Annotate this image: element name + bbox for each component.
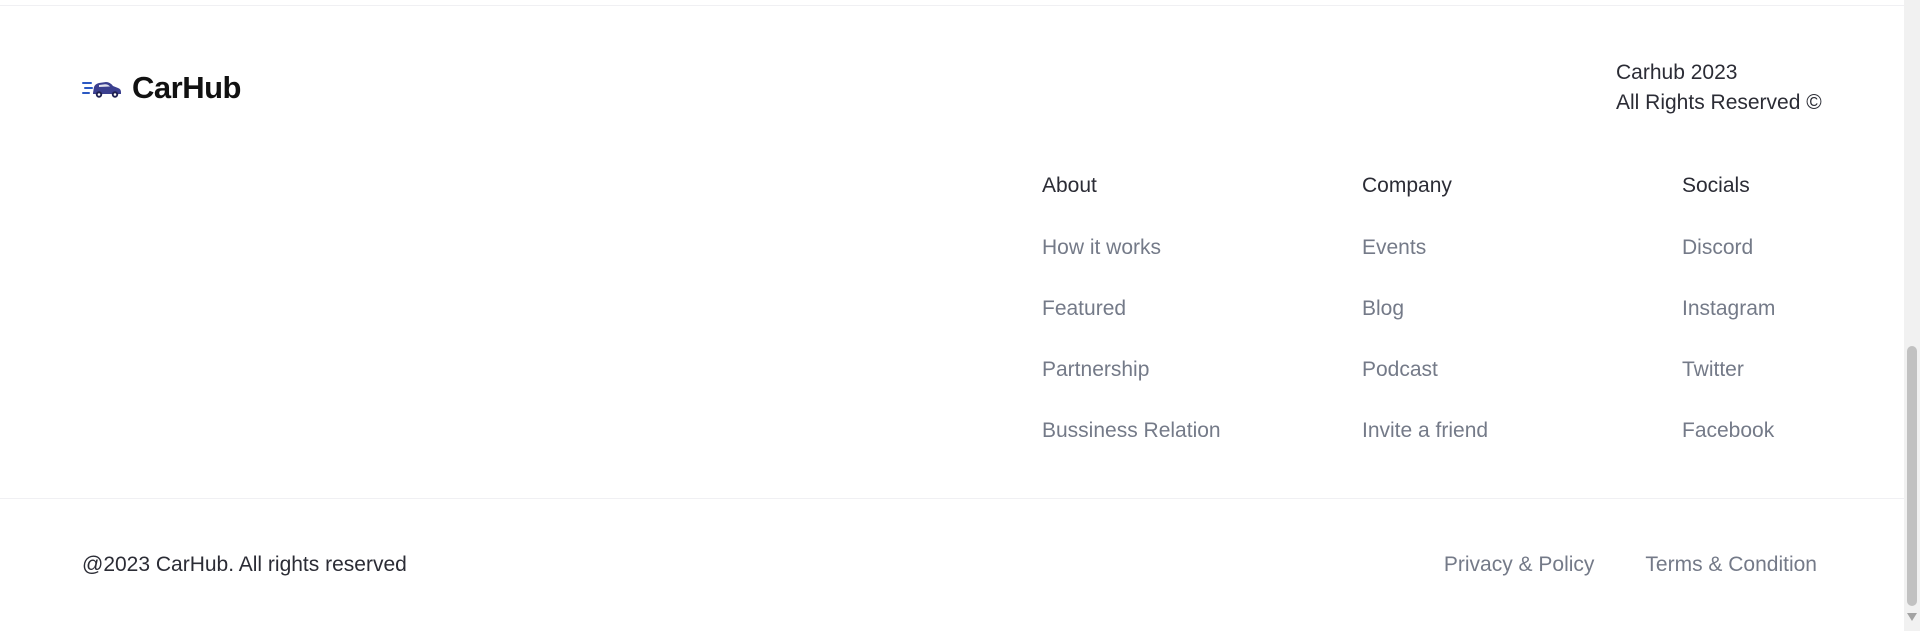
terms-condition-link[interactable]: Terms & Condition [1645, 550, 1817, 580]
copyright-year: Carhub 2023 [1616, 61, 1738, 84]
footer-link-instagram[interactable]: Instagram [1682, 294, 1775, 324]
footer-link-featured[interactable]: Featured [1042, 294, 1221, 324]
footer: CarHub Carhub 2023 All Rights Reserved ©… [0, 0, 1904, 631]
footer-column-company: Company Events Blog Podcast Invite a fri… [1362, 171, 1488, 477]
copyright-rights: All Rights Reserved © [1616, 91, 1822, 114]
car-logo-icon [82, 82, 121, 98]
copyright-block: Carhub 2023 All Rights Reserved © [1616, 58, 1822, 118]
privacy-policy-link[interactable]: Privacy & Policy [1444, 550, 1595, 580]
footer-link-discord[interactable]: Discord [1682, 233, 1775, 263]
footer-link-partnership[interactable]: Partnership [1042, 355, 1221, 385]
brand-logo[interactable]: CarHub [82, 70, 241, 106]
scroll-down-arrow-icon[interactable] [1907, 613, 1917, 621]
bottom-divider [0, 498, 1904, 499]
footer-link-events[interactable]: Events [1362, 233, 1488, 263]
column-title: Company [1362, 174, 1452, 197]
footer-column-socials: Socials Discord Instagram Twitter Facebo… [1682, 171, 1775, 477]
footer-link-invite-friend[interactable]: Invite a friend [1362, 416, 1488, 446]
footer-link-twitter[interactable]: Twitter [1682, 355, 1775, 385]
brand-name: CarHub [132, 70, 241, 105]
scrollbar-thumb[interactable] [1907, 346, 1917, 606]
legal-links: Privacy & Policy Terms & Condition [1444, 550, 1817, 580]
footer-link-how-it-works[interactable]: How it works [1042, 233, 1221, 263]
footer-link-business-relation[interactable]: Bussiness Relation [1042, 416, 1221, 446]
footer-column-about: About How it works Featured Partnership … [1042, 171, 1221, 477]
footer-link-blog[interactable]: Blog [1362, 294, 1488, 324]
footer-link-facebook[interactable]: Facebook [1682, 416, 1775, 446]
vertical-scrollbar[interactable] [1904, 0, 1920, 631]
top-divider [0, 5, 1904, 6]
column-title: Socials [1682, 174, 1750, 197]
bottom-copyright: @2023 CarHub. All rights reserved [82, 553, 407, 576]
column-title: About [1042, 174, 1097, 197]
footer-link-podcast[interactable]: Podcast [1362, 355, 1488, 385]
